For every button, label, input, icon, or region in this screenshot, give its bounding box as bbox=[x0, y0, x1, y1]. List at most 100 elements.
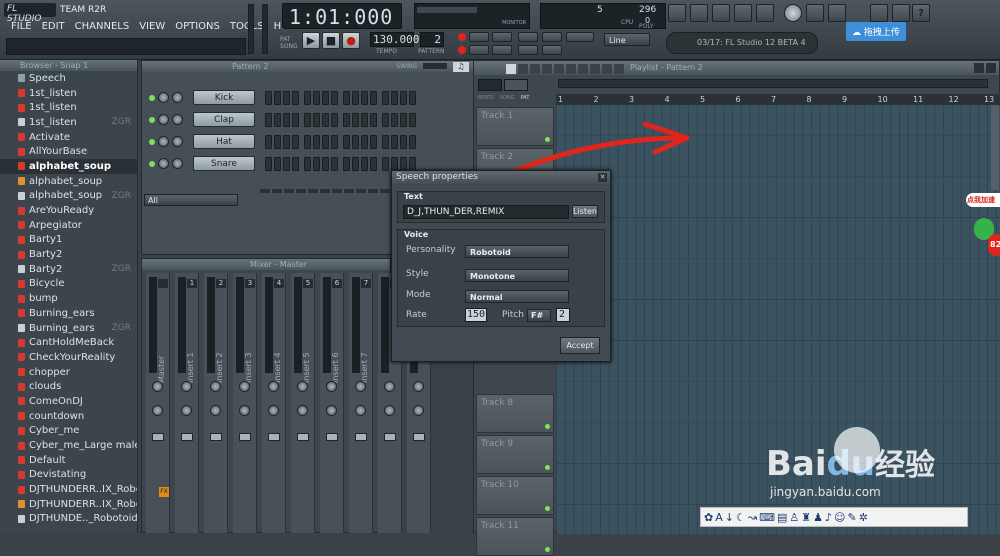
step-button[interactable] bbox=[265, 90, 272, 105]
browser-item[interactable]: CheckYourReality bbox=[0, 350, 137, 365]
pitch-octave-stepper[interactable]: 2 bbox=[556, 308, 570, 322]
pan-knob[interactable] bbox=[384, 381, 395, 392]
step-button[interactable] bbox=[409, 156, 416, 171]
step-button[interactable] bbox=[331, 90, 338, 105]
step-button[interactable] bbox=[265, 112, 272, 127]
channel-name-button[interactable]: Clap bbox=[193, 112, 255, 127]
pan-knob[interactable] bbox=[355, 381, 366, 392]
browser-item[interactable]: Burning_ears ZGR bbox=[0, 321, 137, 336]
step-button[interactable] bbox=[409, 112, 416, 127]
tab-song[interactable]: SONG bbox=[500, 95, 515, 103]
channel-led[interactable] bbox=[149, 160, 155, 167]
browser-item[interactable]: AreYouReady bbox=[0, 203, 137, 218]
browser-item[interactable]: Default bbox=[0, 453, 137, 468]
browser-item[interactable]: Activate bbox=[0, 130, 137, 145]
accept-button[interactable]: Accept bbox=[560, 337, 600, 354]
step-button[interactable] bbox=[391, 134, 398, 149]
play-button[interactable]: ▶ bbox=[302, 32, 320, 49]
mute-tool-icon[interactable] bbox=[542, 64, 552, 74]
multilink-button[interactable] bbox=[492, 45, 512, 55]
personality-select[interactable]: Robotoid bbox=[465, 245, 569, 258]
document-icon[interactable] bbox=[892, 4, 910, 22]
speech-text-input[interactable]: D_J,THUN_DER,REMIX bbox=[403, 205, 569, 219]
select-tool-icon[interactable] bbox=[578, 64, 588, 74]
browser-item[interactable]: Bicycle bbox=[0, 277, 137, 292]
pan-knob[interactable] bbox=[158, 158, 169, 169]
volume-fader[interactable] bbox=[326, 433, 338, 441]
mic-icon[interactable]: ♪ bbox=[825, 511, 832, 524]
style-select[interactable]: Monotone bbox=[465, 269, 569, 282]
record-arm-icon[interactable] bbox=[458, 33, 466, 41]
mixer-strip[interactable]: 6 Insert 6 bbox=[320, 273, 344, 533]
mixer-window-icon[interactable] bbox=[756, 4, 774, 22]
step-button[interactable] bbox=[361, 156, 368, 171]
scroll-button[interactable] bbox=[518, 45, 538, 55]
pan-knob[interactable] bbox=[297, 381, 308, 392]
step-button[interactable] bbox=[370, 156, 377, 171]
browser-item[interactable]: DJTHUNDERR..IX_Robotoid bbox=[0, 497, 137, 512]
step-button[interactable] bbox=[313, 90, 320, 105]
browser-item[interactable]: 1st_listen ZGR bbox=[0, 115, 137, 130]
channel-name-button[interactable]: Hat bbox=[193, 134, 255, 149]
piano-roll-icon[interactable] bbox=[712, 4, 730, 22]
step-button[interactable] bbox=[352, 156, 359, 171]
volume-knob[interactable] bbox=[172, 92, 183, 103]
playback-tool-icon[interactable] bbox=[602, 64, 612, 74]
fullwidth-icon[interactable]: ↝ bbox=[748, 511, 757, 524]
browser-item[interactable]: chopper bbox=[0, 365, 137, 380]
paw-icon[interactable]: ✿ bbox=[704, 511, 713, 524]
step-button[interactable] bbox=[343, 134, 350, 149]
step-button[interactable] bbox=[370, 90, 377, 105]
pan-knob[interactable] bbox=[158, 136, 169, 147]
step-button[interactable] bbox=[292, 90, 299, 105]
step-button[interactable] bbox=[382, 134, 389, 149]
browser-item[interactable]: Arpegiator bbox=[0, 218, 137, 233]
project-info-icon[interactable] bbox=[806, 4, 824, 22]
browser-window-icon[interactable] bbox=[734, 4, 752, 22]
step-button[interactable] bbox=[400, 112, 407, 127]
shirt-icon[interactable]: ♜ bbox=[801, 511, 811, 524]
step-button[interactable] bbox=[292, 112, 299, 127]
stereo-knob[interactable] bbox=[210, 405, 221, 416]
listen-button[interactable]: Listen bbox=[572, 205, 598, 218]
playlist-mode-button[interactable] bbox=[478, 79, 502, 91]
speed-number-badge[interactable]: 82 bbox=[988, 234, 1000, 256]
pan-knob[interactable] bbox=[268, 381, 279, 392]
search-icon[interactable] bbox=[870, 4, 888, 22]
playlist-arrange-button[interactable] bbox=[504, 79, 528, 91]
step-button[interactable] bbox=[370, 134, 377, 149]
volume-fader[interactable] bbox=[355, 433, 367, 441]
channel-led[interactable] bbox=[149, 138, 155, 145]
volume-fader[interactable] bbox=[181, 433, 193, 441]
skin-icon[interactable]: ♟ bbox=[813, 511, 823, 524]
mixer-strip[interactable]: 5 Insert 5 bbox=[291, 273, 315, 533]
wait-input-button[interactable] bbox=[518, 32, 538, 42]
step-button[interactable] bbox=[304, 134, 311, 149]
step-button[interactable] bbox=[361, 112, 368, 127]
browser-item[interactable]: Burning_ears bbox=[0, 306, 137, 321]
pan-knob[interactable] bbox=[181, 381, 192, 392]
browser-item[interactable]: DJTHUNDE.._RobotoidZGR bbox=[0, 512, 137, 527]
stereo-knob[interactable] bbox=[413, 405, 424, 416]
volume-fader[interactable] bbox=[384, 433, 396, 441]
step-button[interactable] bbox=[265, 134, 272, 149]
step-button[interactable] bbox=[409, 90, 416, 105]
pan-knob[interactable] bbox=[210, 381, 221, 392]
rate-stepper[interactable]: 150 bbox=[465, 308, 487, 322]
channel-name-button[interactable]: Kick bbox=[193, 90, 255, 105]
step-button[interactable] bbox=[352, 90, 359, 105]
step-button[interactable] bbox=[265, 156, 272, 171]
step-button[interactable] bbox=[304, 112, 311, 127]
channel-filter-select[interactable]: All bbox=[144, 194, 238, 206]
snap-button[interactable] bbox=[542, 45, 562, 55]
piano-icon[interactable]: ♫ bbox=[453, 62, 469, 72]
step-button[interactable] bbox=[292, 134, 299, 149]
speed-badge[interactable]: 点我加速 bbox=[966, 193, 1000, 207]
browser-item[interactable]: DJTHUNDERR..IX_Robotoid bbox=[0, 482, 137, 497]
news-ticker[interactable]: 03/17: FL Studio 12 BETA 4 bbox=[666, 32, 818, 54]
step-button[interactable] bbox=[283, 156, 290, 171]
browser-item[interactable]: bump bbox=[0, 291, 137, 306]
browser-item[interactable]: ComeOnDJ bbox=[0, 394, 137, 409]
playlist-window-icon[interactable] bbox=[668, 4, 686, 22]
browser-item[interactable]: Cyber_me bbox=[0, 424, 137, 439]
